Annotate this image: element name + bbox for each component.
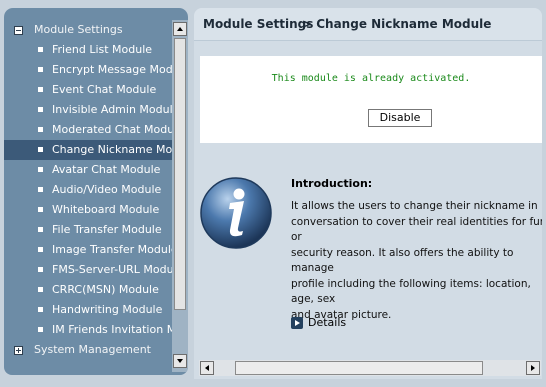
sidebar-item-label: Invisible Admin Module — [52, 103, 172, 116]
bullet-icon — [38, 167, 43, 172]
sidebar-item-file-transfer[interactable]: File Transfer Module — [4, 220, 172, 240]
sidebar-item-friend-list[interactable]: Friend List Module — [4, 40, 172, 60]
bullet-icon — [38, 187, 43, 192]
info-icon — [200, 177, 272, 249]
intro-line: security reason. It also offers the abil… — [291, 246, 514, 275]
content-header: Module Settings > Change Nickname Module — [194, 8, 542, 41]
sidebar-item-moderated-chat[interactable]: Moderated Chat Module — [4, 120, 172, 140]
intro-line: profile including the following items: l… — [291, 277, 531, 306]
scroll-left-icon[interactable] — [200, 361, 214, 375]
module-tree: Module Settings Friend List Module Encry… — [4, 20, 172, 360]
sidebar-item-label: FMS-Server-URL Module — [52, 263, 172, 276]
scroll-up-icon[interactable] — [173, 22, 187, 36]
sidebar-item-fms-server-url[interactable]: FMS-Server-URL Module — [4, 260, 172, 280]
status-message: This module is already activated. — [271, 73, 471, 84]
sidebar-item-crrc-msn[interactable]: CRRC(MSN) Module — [4, 280, 172, 300]
sidebar-item-label: Friend List Module — [52, 43, 153, 56]
breadcrumb: > Change Nickname Module — [302, 17, 492, 31]
sidebar-item-image-transfer[interactable]: Image Transfer Module — [4, 240, 172, 260]
sidebar-item-im-friends-invitation[interactable]: IM Friends Invitation Module — [4, 320, 172, 340]
bullet-icon — [38, 247, 43, 252]
sidebar-item-change-nickname[interactable]: Change Nickname Module — [4, 140, 172, 160]
expand-icon[interactable] — [14, 346, 23, 355]
bullet-icon — [38, 107, 43, 112]
bullet-icon — [38, 87, 43, 92]
intro-title: Introduction: — [291, 177, 373, 190]
content-hscrollbar[interactable] — [199, 360, 541, 376]
scroll-down-icon[interactable] — [173, 354, 187, 368]
sidebar-item-label: IM Friends Invitation Module — [52, 323, 172, 336]
sidebar-item-label: Event Chat Module — [52, 83, 157, 96]
sidebar-item-event-chat[interactable]: Event Chat Module — [4, 80, 172, 100]
tree-group-label: System Management — [34, 343, 151, 356]
intro-line: conversation to cover their real identit… — [291, 215, 542, 244]
tree-group-module-settings[interactable]: Module Settings — [4, 20, 172, 40]
details-label: Details — [308, 316, 347, 329]
hscrollbar-thumb[interactable] — [235, 361, 483, 375]
sidebar-item-avatar-chat[interactable]: Avatar Chat Module — [4, 160, 172, 180]
sidebar-item-audio-video[interactable]: Audio/Video Module — [4, 180, 172, 200]
scrollbar-thumb[interactable] — [174, 38, 186, 310]
bullet-icon — [38, 307, 43, 312]
sidebar-item-whiteboard[interactable]: Whiteboard Module — [4, 200, 172, 220]
sidebar-item-encrypt-message[interactable]: Encrypt Message Module — [4, 60, 172, 80]
sidebar-item-label: Change Nickname Module — [52, 143, 172, 156]
sidebar-item-label: Audio/Video Module — [52, 183, 162, 196]
sidebar-item-label: Moderated Chat Module — [52, 123, 172, 136]
bullet-icon — [38, 287, 43, 292]
bullet-icon — [38, 127, 43, 132]
sidebar-item-label: Avatar Chat Module — [52, 163, 161, 176]
page-title: Module Settings — [203, 17, 314, 31]
sidebar-panel: Module Settings Friend List Module Encry… — [4, 8, 188, 375]
tree-group-label: Module Settings — [34, 23, 123, 36]
bullet-icon — [38, 47, 43, 52]
intro-line: It allows the users to change their nick… — [291, 200, 538, 212]
sidebar-item-label: Whiteboard Module — [52, 203, 160, 216]
sidebar-item-label: Image Transfer Module — [52, 243, 172, 256]
sidebar-item-label: Encrypt Message Module — [52, 63, 172, 76]
sidebar-item-invisible-admin[interactable]: Invisible Admin Module — [4, 100, 172, 120]
status-box: This module is already activated. Disabl… — [200, 56, 542, 143]
bullet-icon — [38, 207, 43, 212]
bullet-icon — [38, 67, 43, 72]
bullet-icon — [38, 267, 43, 272]
disable-button[interactable]: Disable — [368, 109, 432, 127]
bullet-icon — [38, 147, 43, 152]
tree-group-system-management[interactable]: System Management — [4, 340, 172, 360]
bullet-icon — [38, 227, 43, 232]
bullet-icon — [38, 327, 43, 332]
sidebar-item-label: Handwriting Module — [52, 303, 163, 316]
sidebar-item-handwriting[interactable]: Handwriting Module — [4, 300, 172, 320]
sidebar-scrollbar[interactable] — [172, 20, 188, 372]
sidebar-item-label: File Transfer Module — [52, 223, 162, 236]
collapse-icon[interactable] — [14, 26, 23, 35]
sidebar-item-label: CRRC(MSN) Module — [52, 283, 159, 296]
play-icon — [291, 317, 303, 329]
content-panel: Module Settings > Change Nickname Module… — [194, 8, 542, 379]
intro-body: It allows the users to change their nick… — [291, 199, 542, 323]
scroll-right-icon[interactable] — [526, 361, 540, 375]
